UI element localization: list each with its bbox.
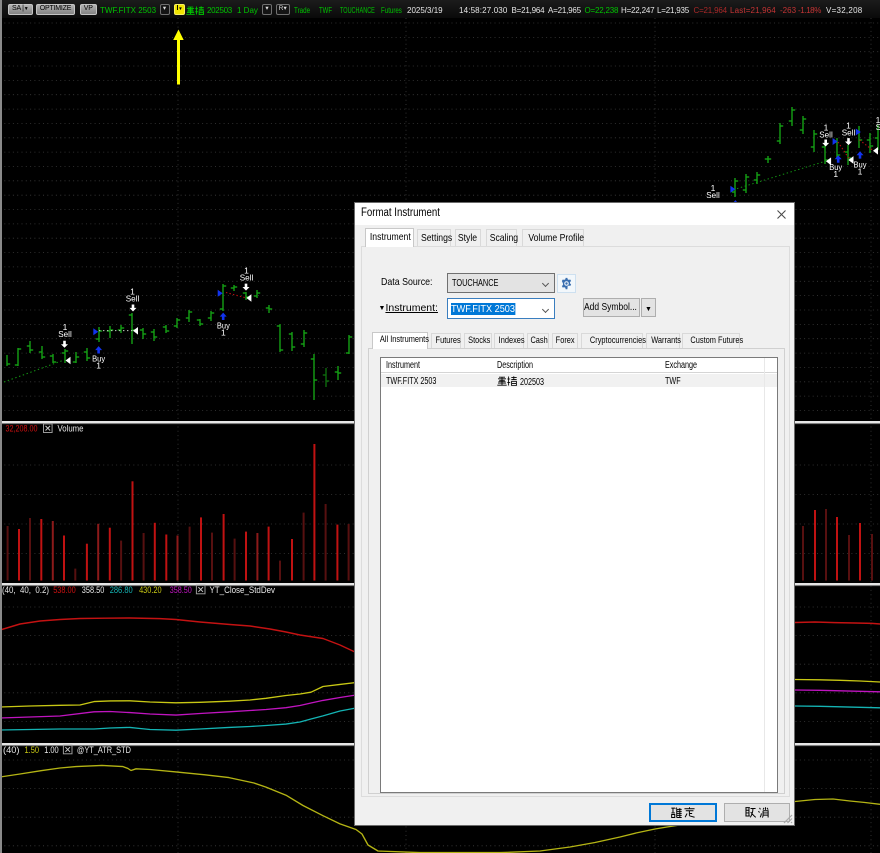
svg-text:358.50: 358.50 bbox=[170, 585, 192, 596]
svg-text:358.50: 358.50 bbox=[82, 585, 105, 596]
svg-text:Sell: Sell bbox=[706, 190, 720, 200]
svg-text:538.00: 538.00 bbox=[53, 585, 75, 596]
svg-text:286.80: 286.80 bbox=[110, 585, 133, 596]
svg-text:YT_Close_StdDev: YT_Close_StdDev bbox=[210, 585, 276, 596]
svg-text:Sell: Sell bbox=[58, 329, 72, 339]
svg-text:(40, 40, 0.2): (40, 40, 0.2) bbox=[2, 585, 49, 596]
svg-text:S: S bbox=[876, 122, 880, 132]
svg-text:Volume: Volume bbox=[58, 424, 84, 435]
svg-text:1.00: 1.00 bbox=[44, 745, 59, 756]
svg-text:Sell: Sell bbox=[126, 294, 140, 304]
svg-text:1: 1 bbox=[858, 167, 863, 177]
svg-text:1: 1 bbox=[96, 361, 101, 371]
svg-text:Sell: Sell bbox=[819, 130, 833, 140]
svg-text:32,208.00: 32,208.00 bbox=[6, 424, 38, 435]
svg-text:Sell: Sell bbox=[240, 273, 254, 283]
svg-text:@YT_ATR_STD: @YT_ATR_STD bbox=[77, 745, 131, 756]
svg-text:Sell: Sell bbox=[842, 128, 856, 138]
svg-text:(40): (40) bbox=[3, 745, 20, 756]
svg-text:430.20: 430.20 bbox=[139, 585, 162, 596]
svg-text:1: 1 bbox=[221, 328, 226, 338]
svg-text:1: 1 bbox=[833, 169, 838, 179]
svg-text:1.50: 1.50 bbox=[25, 745, 40, 756]
